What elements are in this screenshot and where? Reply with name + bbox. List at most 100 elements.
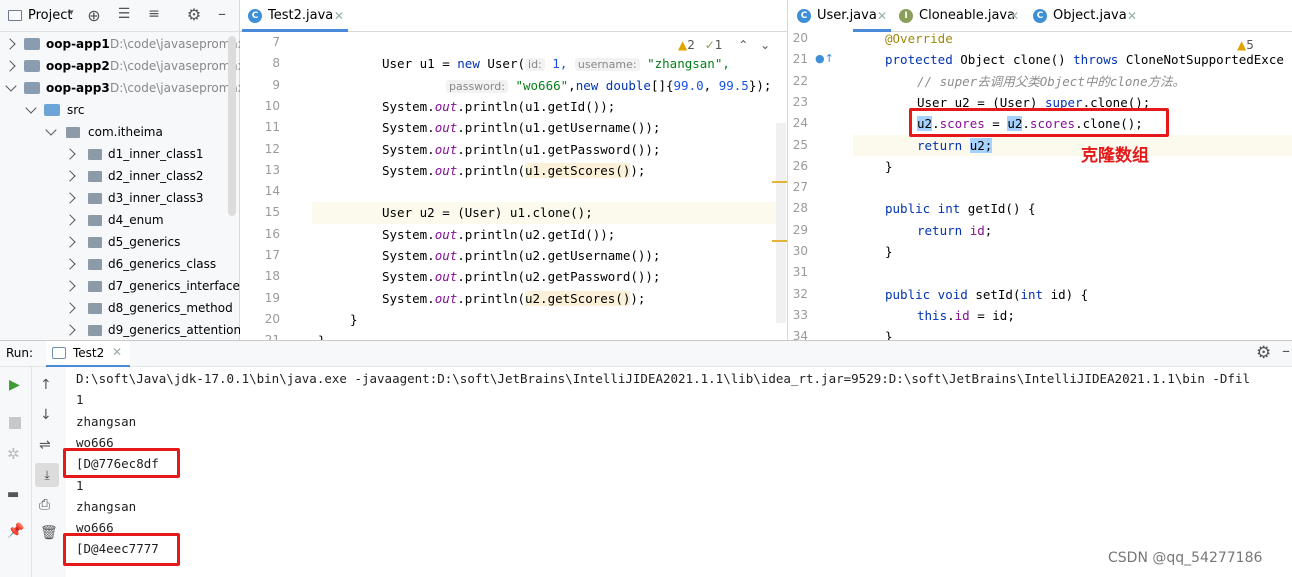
locate-target-icon[interactable]: ⊕ [84,6,104,25]
chevron-down-icon[interactable] [25,102,37,114]
code-token: .println( [457,290,525,306]
code-line-10[interactable]: System.out.println(u1.getId()); [382,96,615,117]
override-gutter-icon[interactable]: ●↑ [815,52,834,65]
code-line-26[interactable]: } [885,156,893,177]
code-line-8[interactable]: User u1 = new User(id: 1, username: "zha… [382,53,730,74]
tree-item-package[interactable]: d5_generics [0,231,240,253]
code-line-19[interactable]: System.out.println(u2.getScores()); [382,288,645,309]
warning-stripe[interactable] [772,181,787,183]
line-number: 10 [264,98,280,113]
code-line-34[interactable]: } [885,326,893,340]
package-icon [88,237,102,248]
layout-icon[interactable]: ▬ [7,487,19,502]
tree-item-package[interactable]: d6_generics_class [0,253,240,275]
run-tab-test2[interactable]: Test2 ✕ [46,341,130,367]
chevron-right-icon[interactable] [4,60,16,72]
tree-item-package[interactable]: d4_enum [0,209,240,231]
tree-item-oop-app3[interactable]: oop-app3 D:\code\javasepromax [0,77,240,99]
code-token: }); [748,77,772,93]
code-line-25[interactable]: return u2; [917,135,993,156]
print-icon[interactable]: ⎙ [39,497,50,513]
chevron-right-icon[interactable] [64,258,76,270]
code-line-11[interactable]: System.out.println(u1.getUsername()); [382,117,660,138]
project-view-icon[interactable] [8,10,22,21]
code-token: User( [487,56,526,72]
gear-icon[interactable]: ⚙ [184,5,204,24]
close-icon[interactable]: ✕ [334,0,344,32]
code-line-29[interactable]: return id; [917,220,992,241]
close-icon[interactable]: ✕ [112,345,122,359]
chevron-down-icon[interactable] [5,80,17,92]
expand-all-icon[interactable]: ☰ [114,6,134,22]
editor-scrollbar[interactable] [776,123,786,323]
tab-object-java[interactable]: C Object.java ✕ [1027,0,1143,32]
close-icon[interactable]: ✕ [1127,0,1137,32]
soft-wrap-icon[interactable]: ⇌ [39,437,51,453]
code-line-16[interactable]: System.out.println(u2.getId()); [382,224,615,245]
arrow-down-icon[interactable]: ↓ [40,407,52,423]
run-icon[interactable]: ▶ [9,377,20,393]
code-line-18[interactable]: System.out.println(u2.getPassword()); [382,266,660,287]
tab-test2-java[interactable]: C Test2.java ✕ [242,0,348,32]
code-line-15[interactable]: User u2 = (User) u1.clone(); [382,202,593,223]
tree-item-package[interactable]: d1_inner_class1 [0,143,240,165]
line-number: 25 [792,137,808,152]
chevron-right-icon[interactable] [64,148,76,160]
warning-stripe[interactable] [772,240,787,242]
code-token: .println(u1.getPassword()); [457,141,661,157]
code-line-21[interactable]: } [318,330,326,340]
tree-item-package[interactable]: d7_generics_interface [0,275,240,297]
chevron-up-icon[interactable]: ⌃ [738,38,748,52]
trash-icon[interactable]: 🗑 [40,525,58,541]
tree-item-com-itheima[interactable]: com.itheima [0,121,240,143]
code-line-21[interactable]: protected Object clone() throws CloneNot… [885,49,1284,70]
chevron-down-icon[interactable]: ▾ [69,8,74,18]
chevron-right-icon[interactable] [64,192,76,204]
tree-item-package[interactable]: d9_generics_attention [0,319,240,340]
line-number: 34 [792,329,808,340]
tree-item-oop-app1[interactable]: oop-app1 D:\code\javasepromax [0,33,240,55]
code-line-32[interactable]: public void setId(int id) { [885,284,1088,305]
tree-item-package[interactable]: d8_generics_method [0,297,240,319]
chevron-down-icon[interactable]: ⌄ [760,38,770,52]
scrollbar[interactable] [228,36,236,216]
chevron-right-icon[interactable] [64,324,76,336]
code-line-12[interactable]: System.out.println(u1.getPassword()); [382,139,660,160]
minimize-icon[interactable]: – [1282,341,1290,360]
code-line-28[interactable]: public int getId() { [885,198,1036,219]
pin-icon[interactable]: 📌 [7,523,24,539]
code-line-13[interactable]: System.out.println(u1.getScores()); [382,160,645,181]
chevron-right-icon[interactable] [64,280,76,292]
code-line-17[interactable]: System.out.println(u2.getUsername()); [382,245,660,266]
collapse-all-icon[interactable]: ≡ [144,6,164,22]
tree-item-package[interactable]: d2_inner_class2 [0,165,240,187]
chevron-right-icon[interactable] [64,170,76,182]
close-icon[interactable]: ✕ [1009,0,1019,32]
code-line-22[interactable]: // super去调用父类Object中的clone方法。 [917,71,1185,92]
code-line-9[interactable]: password: "wo666",new double[]{99.0, 99.… [446,75,771,96]
chevron-right-icon[interactable] [64,302,76,314]
arrow-up-icon[interactable]: ↑ [40,377,52,393]
java-class-icon: C [1033,9,1047,23]
line-number: 32 [792,286,808,301]
code-token: u2.getScores() [525,290,631,306]
tree-item-package[interactable]: d3_inner_class3 [0,187,240,209]
code-line-30[interactable]: } [885,241,893,262]
code-line-20[interactable]: @Override [885,28,953,49]
tree-item-src[interactable]: src [0,99,240,121]
gear-icon[interactable]: ⚙ [1256,343,1271,363]
project-view-selector[interactable]: Project [28,8,72,23]
inspection-widget[interactable]: ▲2 ✓1 ⌃ ⌄ [678,38,770,52]
chevron-right-icon[interactable] [64,214,76,226]
minimize-icon[interactable]: – [212,4,232,23]
source-folder-icon [44,104,60,116]
chevron-right-icon[interactable] [64,236,76,248]
stop-icon[interactable] [9,417,21,429]
chevron-down-icon[interactable] [45,124,57,136]
debug-icon[interactable]: ✲ [7,445,20,463]
chevron-right-icon[interactable] [4,38,16,50]
tree-item-oop-app2[interactable]: oop-app2 D:\code\javasepromax [0,55,240,77]
scroll-to-end-icon[interactable]: ⤓ [35,463,59,487]
code-line-20[interactable]: } [350,309,358,330]
code-line-33[interactable]: this.id = id; [917,305,1015,326]
